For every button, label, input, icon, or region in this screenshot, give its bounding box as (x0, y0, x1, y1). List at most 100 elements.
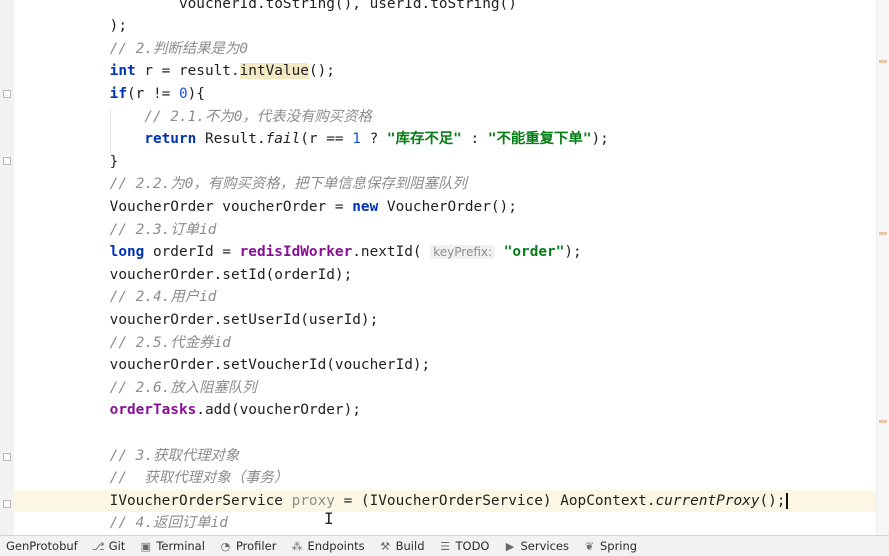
tool-button-endpoints[interactable]: ⁂ Endpoints (284, 536, 372, 556)
tool-button-services[interactable]: ▶ Services (497, 536, 577, 556)
tool-button-label: Services (520, 539, 569, 553)
code-token: proxy (291, 492, 335, 509)
tool-button-build[interactable]: ⚒ Build (373, 536, 433, 556)
tool-button-label: Endpoints (307, 539, 365, 553)
code-token: orderId = (144, 244, 240, 261)
code-token: VoucherOrder voucherOrder = (75, 198, 353, 215)
profiler-icon: ◔ (220, 539, 231, 553)
code-token: 1 (352, 131, 361, 148)
code-line[interactable]: IVoucherOrderService proxy = (IVoucherOr… (14, 489, 877, 513)
tool-button-terminal[interactable]: ▣ Terminal (133, 536, 213, 556)
code-token: new (352, 198, 379, 215)
tool-button-label: Build (395, 539, 425, 553)
code-line[interactable]: VoucherOrder voucherOrder = new VoucherO… (14, 196, 877, 219)
code-line[interactable]: if(r != 0){ (14, 83, 877, 106)
code-line[interactable]: // 2.判断结果是为0 (14, 38, 877, 61)
code-token: // 3.获取代理对象 (75, 447, 240, 464)
editor-gutter (0, 0, 15, 536)
code-token: return (144, 131, 197, 148)
code-line[interactable]: orderTasks.add(voucherOrder); (14, 399, 877, 422)
code-token: currentProxy (655, 492, 760, 509)
code-editor[interactable]: voucherId.toString(), userId.toString() … (14, 0, 877, 536)
code-token: (r == (300, 131, 353, 148)
code-token: ){ (187, 85, 205, 102)
code-token: .add(voucherOrder); (196, 402, 361, 419)
text-caret (786, 492, 789, 509)
code-token: // 获取代理对象（事务） (75, 470, 289, 487)
code-line[interactable]: // 2.3.订单id (14, 219, 877, 242)
code-token: (r != (126, 85, 179, 102)
code-token: ); (591, 131, 609, 148)
code-token: // 2.1.不为0，代表没有购买资格 (75, 108, 372, 125)
code-line[interactable]: long orderId = redisIdWorker.nextId( key… (14, 241, 877, 264)
code-token: // 2.2.为0，有购买资格，把下单信息保存到阻塞队列 (75, 176, 467, 193)
code-token: redisIdWorker (239, 244, 353, 261)
fold-marker[interactable] (3, 90, 11, 98)
code-token: orderTasks (109, 402, 197, 419)
code-token: // 2.3.订单id (75, 221, 217, 238)
code-token: Result. (196, 131, 266, 148)
code-line[interactable]: return Result.fail(r == 1 ? "库存不足" : "不能… (14, 128, 877, 151)
code-token: intValue (239, 63, 309, 80)
code-line[interactable]: // 2.6.放入阻塞队列 (14, 377, 877, 400)
code-token: .nextId( (352, 244, 431, 261)
terminal-icon: ▣ (140, 539, 152, 553)
code-line[interactable]: // 4.返回订单id (14, 512, 877, 535)
code-line[interactable]: voucherId.toString(), userId.toString() (14, 0, 877, 15)
code-line[interactable]: ); (14, 15, 877, 38)
tool-button-git[interactable]: ⎇ Git (86, 536, 134, 556)
spring-leaf-icon: ❦ (584, 539, 595, 553)
code-line[interactable]: voucherOrder.setId(orderId); (14, 264, 877, 287)
code-token: = (IVoucherOrderService) AopContext. (334, 492, 656, 509)
tool-button-profiler[interactable]: ◔ Profiler (213, 536, 285, 556)
code-line[interactable]: // 获取代理对象（事务） (14, 467, 877, 490)
code-token: voucherOrder.setId(orderId); (75, 266, 353, 283)
code-line[interactable]: // 2.5.代金券id (14, 332, 877, 355)
play-circle-icon: ▶ (505, 539, 515, 553)
code-line[interactable]: // 3.获取代理对象 (14, 445, 877, 468)
code-token: ); (564, 244, 582, 261)
scroll-marker (879, 420, 887, 423)
code-line[interactable]: // 2.2.为0，有购买资格，把下单信息保存到阻塞队列 (14, 173, 877, 196)
tool-button-label: TODO (455, 539, 490, 553)
tool-button-label: Git (108, 539, 126, 553)
tool-button-label: Profiler (235, 539, 277, 553)
code-token: "order" (503, 244, 565, 261)
code-token: // 2.5.代金券id (75, 334, 231, 351)
code-line[interactable]: // 2.1.不为0，代表没有购买资格 (14, 106, 877, 129)
code-token: IVoucherOrderService (75, 492, 292, 509)
code-token: (); (308, 63, 335, 80)
code-line[interactable]: voucherOrder.setUserId(userId); (14, 309, 877, 332)
code-line[interactable]: voucherOrder.setVoucherId(voucherId); (14, 354, 877, 377)
tool-button-spring[interactable]: ❦ Spring (577, 536, 645, 556)
code-token: // 4.返回订单id (75, 515, 228, 532)
code-token: if (109, 85, 127, 102)
code-token: "不能重复下单" (487, 131, 592, 148)
fold-marker[interactable] (3, 500, 11, 508)
hammer-icon: ⚒ (380, 539, 391, 553)
fold-marker[interactable] (3, 453, 11, 461)
code-token: voucherOrder.setUserId(userId); (75, 311, 379, 328)
code-line[interactable]: int r = result.intValue(); (14, 60, 877, 83)
scrollbar-gutter[interactable] (876, 0, 889, 536)
code-token: VoucherOrder(); (378, 198, 517, 215)
code-token: : (461, 131, 488, 148)
tool-window-bar: GenProtobuf ⎇ Git ▣ Terminal ◔ Profiler ⁂ Endpoi… (0, 535, 889, 556)
tool-button-gen-protobuf[interactable]: GenProtobuf (0, 536, 86, 556)
tool-button-label: Spring (599, 539, 638, 553)
tool-button-label: GenProtobuf (6, 539, 78, 553)
code-line[interactable] (14, 422, 877, 445)
tool-button-todo[interactable]: ☰ TODO (433, 536, 498, 556)
tool-button-label: Terminal (156, 539, 205, 553)
fold-marker[interactable] (3, 157, 11, 165)
code-token: // 2.判断结果是为0 (75, 40, 248, 57)
code-line[interactable]: } (14, 151, 877, 174)
branch-icon: ⎇ (91, 539, 105, 553)
scroll-marker (879, 60, 887, 63)
code-line[interactable]: // 2.4.用户id (14, 286, 877, 309)
